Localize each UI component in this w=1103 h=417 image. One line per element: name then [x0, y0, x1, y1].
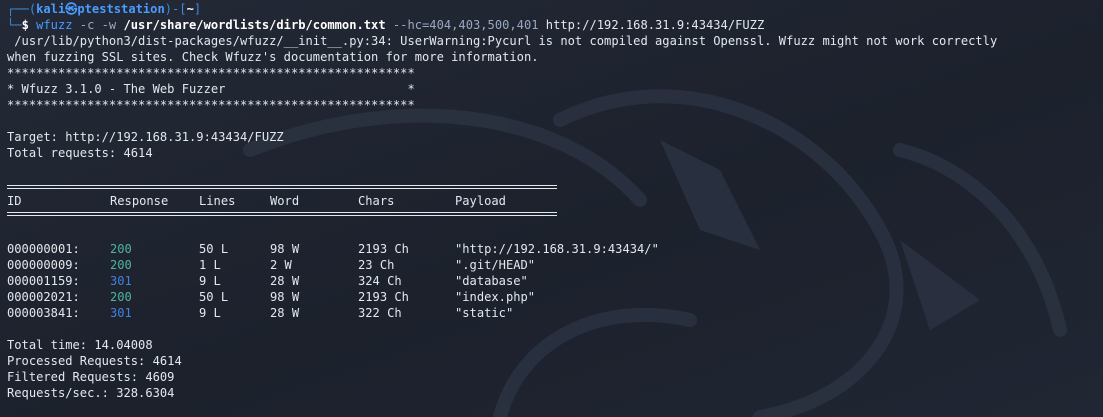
table-row: 000001159: 301 9 L 28 W 324 Ch "database": [7, 273, 1101, 289]
row-payload: "index.php": [455, 290, 536, 304]
prompt-at-symbol: ㉿: [65, 2, 78, 16]
row-chars: 324 Ch: [358, 274, 402, 288]
row-chars: 322 Ch: [358, 306, 402, 320]
table-rule-top: [7, 177, 1101, 193]
row-response: 200: [110, 242, 132, 256]
row-lines: 9 L: [199, 274, 221, 288]
prompt-end: ]: [193, 2, 202, 16]
command-wordlist: /usr/share/wordlists/dirb/common.txt: [123, 18, 386, 32]
prompt-separator: )-[: [164, 2, 187, 16]
warning-line-1: /usr/lib/python3/dist-packages/wfuzz/__i…: [7, 34, 998, 48]
header-id: ID: [7, 194, 22, 208]
row-id: 000000009:: [7, 258, 80, 272]
row-word: 28 W: [270, 274, 300, 288]
row-lines: 50 L: [199, 290, 229, 304]
banner-title: * Wfuzz 3.1.0 - The Web Fuzzer *: [7, 82, 415, 96]
row-lines: 9 L: [199, 306, 221, 320]
row-word: 28 W: [270, 306, 300, 320]
row-payload: "static": [455, 306, 514, 320]
row-response: 200: [110, 290, 132, 304]
table-row: 000000001: 200 50 L 98 W 2193 Ch "http://192.…: [7, 241, 1101, 257]
target-line: Target: http://192.168.31.9:43434/FUZZ: [7, 130, 284, 144]
prompt-user: kali: [36, 2, 66, 16]
row-chars: 23 Ch: [358, 258, 395, 272]
table-header: ID Response Lines Word Chars Payload: [7, 193, 1101, 209]
row-word: 98 W: [270, 242, 300, 256]
row-response: 301: [110, 306, 132, 320]
row-word: 98 W: [270, 290, 300, 304]
row-chars: 2193 Ch: [358, 290, 409, 304]
command-program: wfuzz: [36, 18, 73, 32]
summary-total-time: Total time: 14.04008: [7, 338, 153, 352]
header-chars: Chars: [358, 194, 395, 208]
command-line[interactable]: └─$ wfuzz -c -w /usr/share/wordlists/dir…: [7, 17, 1101, 33]
terminal-window[interactable]: ┌──(kali㉿pteststation)-[~] └─$ wfuzz -c …: [0, 0, 1103, 417]
summary-processed: Processed Requests: 4614: [7, 354, 182, 368]
summary-filtered: Filtered Requests: 4609: [7, 370, 175, 384]
banner-stars-top: ****************************************…: [7, 66, 415, 80]
row-id: 000002021:: [7, 290, 80, 304]
banner-stars-bottom: ****************************************…: [7, 98, 415, 112]
table-row: 000003841: 301 9 L 28 W 322 Ch "static": [7, 305, 1101, 321]
header-response: Response: [110, 194, 169, 208]
header-word: Word: [270, 194, 300, 208]
command-flags: -c -w: [72, 18, 124, 32]
command-url: http://192.168.31.9:43434/FUZZ: [538, 18, 765, 32]
table-rule-header: [7, 209, 1101, 225]
row-payload: "database": [455, 274, 528, 288]
row-lines: 50 L: [199, 242, 229, 256]
prompt-directory: ~: [186, 2, 194, 16]
row-id: 000003841:: [7, 306, 80, 320]
row-lines: 1 L: [199, 258, 221, 272]
header-lines: Lines: [199, 194, 236, 208]
terminal-output: ┌──(kali㉿pteststation)-[~] └─$ wfuzz -c …: [7, 1, 1101, 401]
prompt-corner-top: ┌──(: [7, 2, 37, 16]
row-chars: 2193 Ch: [358, 242, 409, 256]
table-row: 000002021: 200 50 L 98 W 2193 Ch "index.php": [7, 289, 1101, 305]
row-id: 000000001:: [7, 242, 80, 256]
row-word: 2 W: [270, 258, 292, 272]
prompt-corner-bottom: └─: [7, 18, 22, 32]
prompt-host: pteststation: [77, 2, 165, 16]
table-row: 000000009: 200 1 L 2 W 23 Ch ".git/HEAD": [7, 257, 1101, 273]
row-id: 000001159:: [7, 274, 80, 288]
row-payload: ".git/HEAD": [455, 258, 536, 272]
row-response: 200: [110, 258, 132, 272]
header-payload: Payload: [455, 194, 506, 208]
summary-rate: Requests/sec.: 328.6304: [7, 386, 175, 400]
warning-line-2: when fuzzing SSL sites. Check Wfuzz's do…: [7, 50, 539, 64]
row-response: 301: [110, 274, 132, 288]
prompt-symbol: $: [21, 18, 37, 32]
total-requests-line: Total requests: 4614: [7, 146, 153, 160]
command-hide-codes: --hc=404,403,500,401: [385, 18, 539, 32]
prompt-line: ┌──(kali㉿pteststation)-[~]: [7, 1, 1101, 17]
row-payload: "http://192.168.31.9:43434/": [455, 242, 659, 256]
